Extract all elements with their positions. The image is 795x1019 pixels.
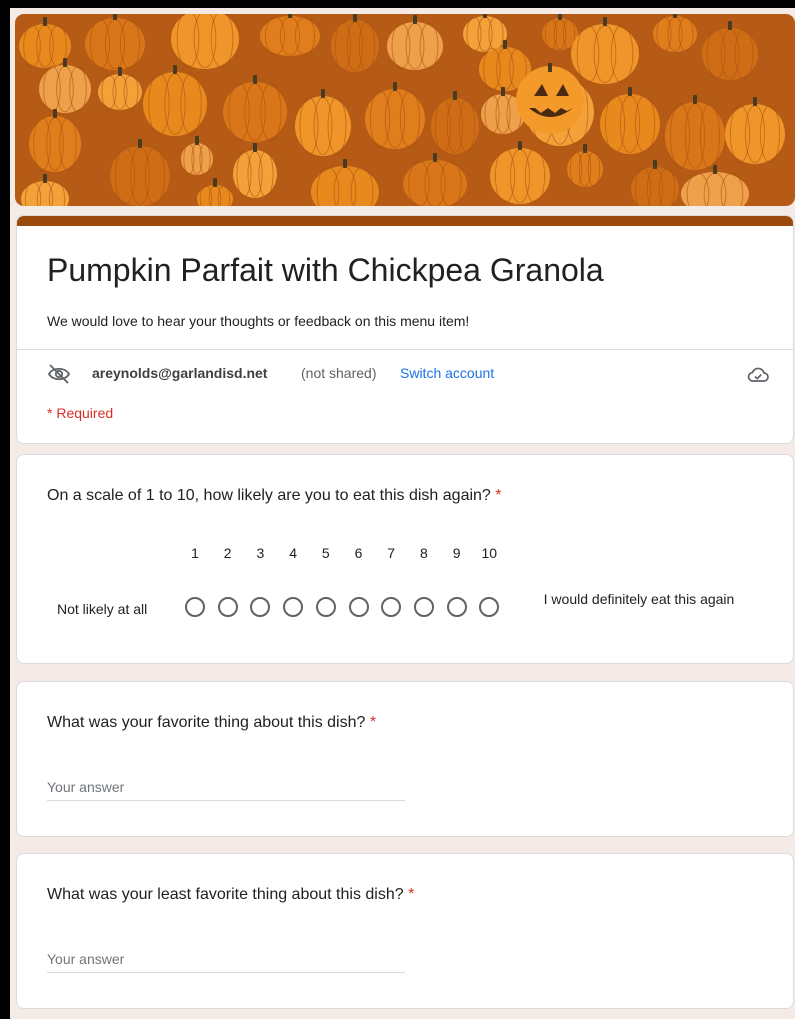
scale-number: 4 — [289, 545, 297, 561]
favorite-answer-input[interactable] — [47, 774, 405, 801]
pumpkin-icon — [567, 144, 603, 187]
scale-number: 5 — [321, 545, 330, 561]
scale-radio-10[interactable] — [479, 597, 500, 617]
pumpkin-icon — [571, 17, 639, 84]
required-asterisk: * — [495, 487, 502, 504]
pumpkin-icon — [295, 89, 351, 156]
switch-account-link[interactable]: Switch account — [400, 365, 494, 381]
scale-radio-7[interactable] — [381, 597, 402, 617]
pumpkin-icon — [387, 15, 443, 70]
form-description: We would love to hear your thoughts or f… — [47, 313, 470, 329]
scale-radio-9[interactable] — [446, 597, 467, 617]
question-title: On a scale of 1 to 10, how likely are yo… — [47, 487, 502, 504]
scale-high-label: I would definitely eat this again — [543, 591, 735, 607]
scale-number: 9 — [452, 545, 461, 561]
pumpkin-icon — [233, 143, 277, 198]
pumpkin-icon — [653, 14, 697, 52]
account-email: areynolds@garlandisd.net — [92, 365, 268, 381]
account-shared-note: (not shared) — [301, 365, 377, 381]
header-banner-image — [15, 14, 795, 206]
pumpkin-icon — [725, 97, 785, 164]
scale-radio-5[interactable] — [315, 597, 336, 617]
question-title: What was your favorite thing about this … — [47, 714, 377, 731]
scale-radio-3[interactable] — [250, 597, 271, 617]
scale-radio-6[interactable] — [348, 597, 369, 617]
question-card-scale: On a scale of 1 to 10, how likely are yo… — [16, 454, 794, 664]
cloud-check-icon — [747, 367, 769, 382]
required-legend: * Required — [47, 405, 114, 421]
pumpkin-icon — [600, 87, 660, 154]
pumpkin-icon — [21, 174, 69, 206]
scale-radio-4[interactable] — [283, 597, 304, 617]
form-title: Pumpkin Parfait with Chickpea Granola — [47, 252, 604, 288]
least-favorite-answer-input[interactable] — [47, 946, 405, 973]
pumpkin-icon — [85, 14, 145, 70]
pumpkin-icon — [490, 141, 550, 204]
pumpkin-icon — [260, 14, 320, 56]
pumpkin-pattern — [19, 14, 785, 206]
theme-accent-bar — [17, 216, 793, 226]
pumpkin-icon — [98, 67, 142, 110]
scale-radio-2[interactable] — [217, 597, 238, 617]
pumpkin-icon — [431, 91, 479, 154]
question-card-least-favorite: What was your least favorite thing about… — [16, 853, 794, 1009]
pumpkin-icon — [223, 75, 287, 142]
pumpkin-icon — [542, 14, 578, 50]
scale-number: 6 — [354, 545, 363, 561]
pumpkin-icon — [197, 178, 233, 206]
pumpkin-icon — [681, 165, 749, 206]
scale-radio-1[interactable] — [185, 597, 205, 617]
pumpkin-icon — [181, 136, 213, 175]
scale-number: 1 — [191, 545, 199, 561]
divider — [17, 349, 793, 350]
scale-number: 7 — [387, 545, 396, 561]
form-page: Pumpkin Parfait with Chickpea Granola We… — [10, 8, 795, 1019]
scale-number: 2 — [223, 545, 232, 561]
required-asterisk: * — [369, 714, 377, 731]
form-header-card: Pumpkin Parfait with Chickpea Granola We… — [16, 215, 794, 444]
scale-low-label: Not likely at all — [57, 601, 148, 617]
pumpkin-icon — [403, 153, 467, 206]
question-title: What was your least favorite thing about… — [47, 886, 415, 903]
pumpkin-icon — [702, 21, 758, 80]
pumpkin-icon — [365, 82, 425, 149]
pumpkin-icon — [143, 65, 207, 136]
pumpkin-icon — [463, 14, 507, 52]
pumpkin-icon — [110, 139, 170, 206]
scale-radio-8[interactable] — [413, 597, 434, 617]
eye-off-icon — [47, 364, 71, 384]
pumpkin-icon — [331, 14, 379, 72]
pumpkin-icon — [631, 160, 679, 206]
scale-number: 10 — [481, 545, 498, 561]
scale-number: 3 — [256, 545, 265, 561]
pumpkin-icon — [171, 14, 239, 69]
question-card-favorite: What was your favorite thing about this … — [16, 681, 794, 837]
pumpkin-icon — [29, 109, 81, 172]
pumpkin-icon — [665, 95, 725, 170]
required-asterisk: * — [408, 886, 415, 903]
scale-number: 8 — [419, 545, 428, 561]
pumpkin-icon — [311, 159, 379, 206]
